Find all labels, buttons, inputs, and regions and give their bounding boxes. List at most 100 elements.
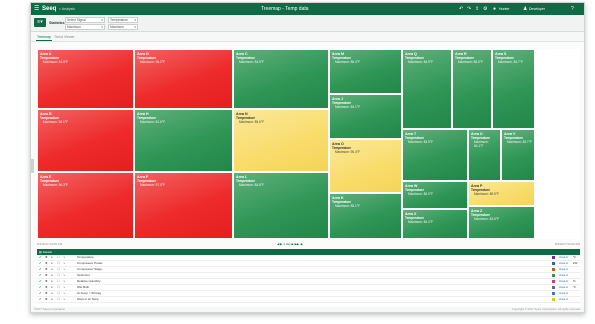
pin-icon[interactable]: ✱ — [45, 297, 48, 302]
trend-icon[interactable]: ∿ — [63, 279, 66, 284]
lock-icon[interactable]: ● — [51, 279, 53, 284]
treemap-cell-area-g[interactable]: Area G Temperature Maximum: 96.2°F — [134, 49, 233, 109]
treemap-cell-area-l[interactable]: Area L Temperature Maximum: 84.6°F — [233, 172, 329, 239]
parameter-select[interactable]: Temperature ▾ — [108, 17, 138, 23]
pin-icon[interactable]: ✱ — [45, 291, 48, 296]
pin-icon[interactable]: ✱ — [45, 279, 48, 284]
user-icon[interactable]: ● — [493, 3, 496, 15]
edit-icon[interactable]: ☐ — [57, 297, 60, 302]
trend-icon[interactable]: ∿ — [63, 297, 66, 302]
admin-icon[interactable]: ♟ — [523, 3, 527, 15]
treemap-cell-area-z[interactable]: Area Z Temperature Maximum: 83.6°F — [468, 206, 535, 239]
time-navigation[interactable]: ◀ ▶ 1 day ▶ ▶▶ ◀ — [277, 242, 302, 246]
trend-icon[interactable]: ∿ — [63, 267, 66, 272]
range-start[interactable]: 6/1/2017 03:00 AM — [37, 242, 62, 246]
lock-icon[interactable]: ● — [51, 297, 53, 302]
details-row[interactable]: ✔ ✱ ● ☐ ∿ Days in Hi Temp Area A — [37, 297, 580, 303]
asset-name: Area A — [559, 279, 569, 283]
color-swatch[interactable] — [552, 274, 555, 277]
pin-icon[interactable]: ✱ — [45, 273, 48, 278]
edit-icon[interactable]: ☐ — [57, 279, 60, 284]
tab-trend-viewer[interactable]: Trend Viewer — [53, 34, 76, 40]
edit-icon[interactable]: ☐ — [57, 261, 60, 266]
sidebar-toggle[interactable] — [31, 159, 34, 173]
treemap-cell-area-m[interactable]: Area M Temperature Maximum: 86.4°F — [329, 49, 402, 94]
treemap-cell-area-q[interactable]: Area Q Temperature Maximum: 84.9°F — [402, 49, 452, 129]
visibility-check-icon[interactable]: ✔ — [39, 279, 42, 284]
lock-icon[interactable]: ● — [51, 261, 53, 266]
treemap-cell-area-t[interactable]: Area T Temperature Maximum: 83.9°F — [402, 129, 468, 181]
treemap-cell-area-b[interactable]: Area B Temperature Maximum: 98.1°F — [37, 109, 134, 172]
treemap-cell-area-r[interactable]: Area R Temperature Maximum: 85.5°F — [452, 49, 492, 129]
settings-icon[interactable]: ⚙ — [483, 3, 487, 15]
user-name[interactable]: Hunter — [499, 3, 510, 15]
pin-icon[interactable]: ✱ — [45, 285, 48, 290]
help-icon[interactable]: ? — [571, 3, 574, 15]
treemap-cell-area-j[interactable]: Area J Temperature Maximum: 84.1°F — [329, 94, 402, 139]
signal-select[interactable]: Select Signal ▾ — [65, 17, 105, 23]
edit-icon[interactable]: ☐ — [57, 285, 60, 290]
treemap-cell-area-p[interactable]: Area P Temperature Maximum: 89.5°F — [468, 181, 535, 206]
treemap-cell-area-x[interactable]: Area X Temperature Maximum: 84.4°F — [402, 209, 468, 239]
lock-icon[interactable]: ● — [51, 267, 53, 272]
visibility-check-icon[interactable]: ✔ — [39, 273, 42, 278]
treemap-cell-area-n[interactable]: Area N Temperature Maximum: 89.6°F — [233, 109, 329, 172]
visibility-check-icon[interactable]: ✔ — [39, 285, 42, 290]
undo-icon[interactable]: ↶ — [459, 3, 463, 15]
visibility-check-icon[interactable]: ✔ — [39, 297, 42, 302]
treemap-cell-area-k[interactable]: Area K Temperature Maximum: 85.1°F — [329, 193, 402, 239]
lock-icon[interactable]: ● — [51, 255, 53, 260]
color-swatch[interactable] — [552, 262, 555, 265]
color-swatch[interactable] — [552, 286, 555, 289]
trend-icon[interactable]: ∿ — [63, 285, 66, 290]
treemap-cell-area-u[interactable]: Area U Temperature Maximum: 84.1°F — [468, 129, 501, 181]
edit-icon[interactable]: ☐ — [57, 267, 60, 272]
statistic-select-1[interactable]: Maximum ▾ — [65, 24, 105, 30]
treemap-cell-area-v[interactable]: Area V Temperature Maximum: 83.7°F — [501, 129, 535, 181]
treemap-cell-area-f[interactable]: Area F Temperature Maximum: 97.0°F — [134, 172, 233, 239]
visibility-check-icon[interactable]: ✔ — [39, 255, 42, 260]
treemap-cell-area-h[interactable]: Area H Temperature Maximum: 81.6°F — [134, 109, 233, 172]
pin-icon[interactable]: ✱ — [45, 261, 48, 266]
trend-icon[interactable]: ∿ — [63, 255, 66, 260]
menu-icon[interactable]: ☰ — [34, 3, 39, 15]
color-swatch[interactable] — [552, 298, 555, 301]
pin-icon[interactable]: ✱ — [45, 267, 48, 272]
visibility-check-icon[interactable]: ✔ — [39, 291, 42, 296]
trend-icon[interactable]: ∿ — [63, 291, 66, 296]
app-logo[interactable]: Seeq — [42, 3, 56, 15]
lock-icon[interactable]: ● — [51, 285, 53, 290]
tab-treemap[interactable]: Treemap — [36, 34, 52, 41]
app-window: ☰ Seeq < Analysis Treemap - Temp data ↶ … — [30, 2, 585, 313]
back-to-analysis-link[interactable]: < Analysis — [59, 3, 75, 15]
color-swatch[interactable] — [552, 280, 555, 283]
treemap-cell-area-w[interactable]: Area W Temperature Maximum: 85.0°F — [402, 181, 468, 209]
range-end[interactable]: 6/2/2017 03:00 AM — [555, 242, 580, 246]
visibility-check-icon[interactable]: ✔ — [39, 261, 42, 266]
treemap-cell-area-o[interactable]: Area O Temperature Maximum: 90.4°F — [329, 139, 402, 193]
admin-name[interactable]: Developer — [529, 3, 545, 15]
lock-icon[interactable]: ● — [51, 291, 53, 296]
details-title: Details — [42, 250, 52, 254]
edit-icon[interactable]: ☐ — [57, 255, 60, 260]
lock-icon[interactable]: ● — [51, 273, 53, 278]
view-menu-button[interactable]: ≡▾ — [34, 18, 46, 27]
share-icon[interactable]: ⇪ — [475, 3, 479, 15]
statistic-select-2[interactable]: Maximum ▾ — [108, 24, 138, 30]
pin-icon[interactable]: ✱ — [45, 255, 48, 260]
treemap-cell-area-e[interactable]: Area E Temperature Maximum: 96.3°F — [37, 172, 134, 239]
color-swatch[interactable] — [552, 256, 555, 259]
color-swatch[interactable] — [552, 292, 555, 295]
treemap-cell-area-c[interactable]: Area C Temperature Maximum: 84.5°F — [233, 49, 329, 109]
trend-icon[interactable]: ∿ — [63, 261, 66, 266]
signal-name: Compressor Stage — [77, 267, 103, 271]
treemap-cell-area-s[interactable]: Area S Temperature Maximum: 84.7°F — [492, 49, 535, 129]
visibility-check-icon[interactable]: ✔ — [39, 267, 42, 272]
trend-icon[interactable]: ∿ — [63, 273, 66, 278]
redo-icon[interactable]: ↷ — [467, 3, 471, 15]
cell-value: Maximum: 86.4°F — [335, 60, 361, 64]
treemap-cell-area-a[interactable]: Area A Temperature Maximum: 94.8°F — [37, 49, 134, 109]
edit-icon[interactable]: ☐ — [57, 291, 60, 296]
edit-icon[interactable]: ☐ — [57, 273, 60, 278]
color-swatch[interactable] — [552, 268, 555, 271]
